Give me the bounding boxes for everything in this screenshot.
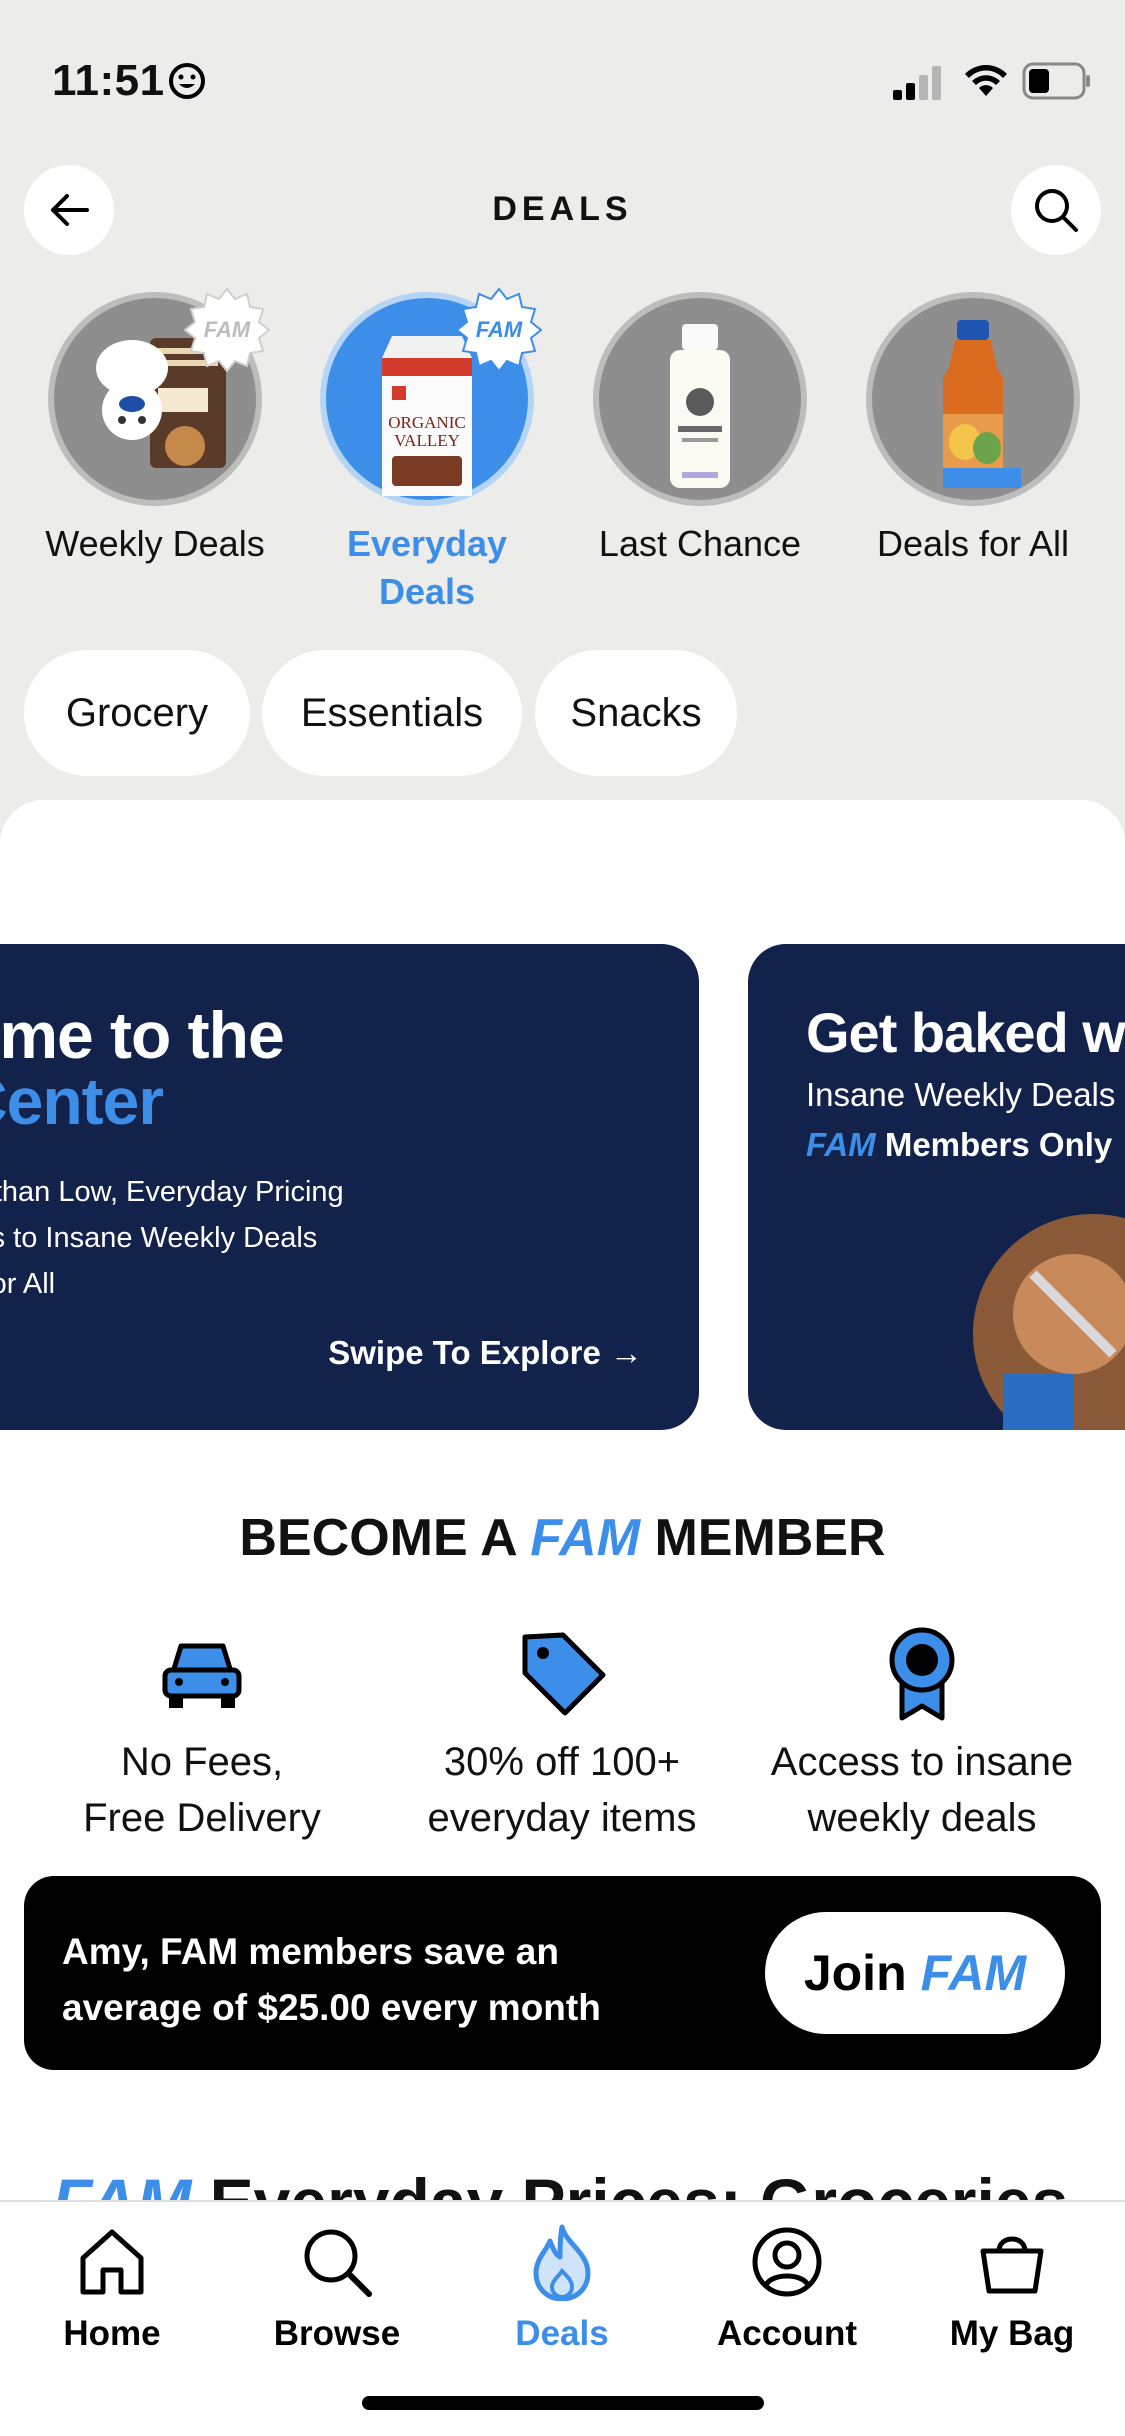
benefit-weekly-deals: Access to insane weekly deals: [742, 1626, 1102, 1846]
banner-title-accent: Center: [0, 1064, 164, 1138]
chip-snacks[interactable]: Snacks: [535, 650, 737, 776]
fam-logo: FAM: [806, 1126, 876, 1163]
become-member-title: BECOME A FAM MEMBER: [0, 1508, 1125, 1568]
svg-text:ORGANIC: ORGANIC: [388, 413, 465, 432]
deal-category-everyday[interactable]: ORGANIC VALLEY FAM Everyday Deals: [307, 287, 547, 616]
category-image: ORGANIC VALLEY FAM: [320, 287, 542, 506]
status-bar: 11:51: [0, 0, 1125, 150]
search-icon: [304, 2229, 372, 2297]
tab-account[interactable]: Account: [687, 2214, 887, 2354]
fam-logo: FAM: [530, 1509, 641, 1567]
join-fam-banner: Amy, FAM members save an average of $25.…: [24, 1876, 1101, 2070]
banner-line: ess to Insane Weekly Deals: [0, 1222, 318, 1254]
category-image: [593, 292, 807, 506]
tab-label: My Bag: [949, 2314, 1075, 2353]
juice-bottle-product-icon: [943, 320, 1021, 488]
svg-text:FAM: FAM: [476, 317, 523, 342]
tab-home[interactable]: Home: [12, 2214, 212, 2354]
tab-label: Browse: [273, 2314, 401, 2353]
svg-text:FAM: FAM: [204, 317, 251, 342]
baking-image: [973, 1214, 1125, 1430]
benefit-line: everyday items: [427, 1796, 697, 1840]
status-time: 11:51: [52, 56, 165, 105]
welcome-banner[interactable]: ome to the Center er than Low, Everyday …: [0, 944, 699, 1430]
home-icon: [80, 2229, 144, 2295]
shampoo-product-icon: [670, 324, 730, 488]
deal-category-for-all[interactable]: Deals for All: [853, 292, 1093, 568]
bag-icon: [980, 2236, 1044, 2294]
title-suffix: MEMBER: [640, 1509, 886, 1567]
wifi-icon: [965, 65, 1007, 96]
benefit-line: No Fees,: [120, 1740, 284, 1784]
tab-deals[interactable]: Deals: [462, 2214, 662, 2354]
tag-icon: [522, 1632, 606, 1716]
baked-banner[interactable]: Get baked w Insane Weekly Deals FAM Memb…: [748, 944, 1125, 1430]
join-fam-button[interactable]: Join FAM: [765, 1912, 1065, 2034]
category-label: Last Chance: [598, 523, 802, 564]
battery-icon: [1022, 62, 1090, 100]
fam-logo: FAM: [52, 2165, 192, 2202]
fam-badge-icon: FAM: [184, 287, 270, 372]
banner-subtitle: Insane Weekly Deals: [806, 1076, 1116, 1113]
car-icon: [162, 1643, 242, 1708]
category-label: Weekly Deals: [45, 523, 265, 564]
benefit-discount: 30% off 100+ everyday items: [382, 1626, 742, 1846]
title-prefix: BECOME A: [239, 1509, 531, 1567]
tab-browse[interactable]: Browse: [237, 2214, 437, 2354]
deal-category-weekly[interactable]: FAM Weekly Deals: [35, 287, 275, 568]
tab-label: Account: [717, 2314, 857, 2353]
category-image: FAM: [48, 287, 270, 506]
join-label: Join: [803, 1945, 907, 2001]
search-button[interactable]: [1011, 165, 1101, 255]
account-icon: [752, 2227, 822, 2297]
benefit-line: Free Delivery: [83, 1796, 321, 1840]
tab-label: Deals: [515, 2314, 609, 2353]
page-title: DEALS: [492, 190, 633, 228]
benefit-no-fees: No Fees, Free Delivery: [22, 1626, 382, 1846]
fam-badge-icon: FAM: [456, 287, 542, 372]
category-label: Everyday Deals: [346, 523, 508, 612]
svg-text:VALLEY: VALLEY: [394, 431, 460, 450]
savings-line: Amy, FAM members save an: [62, 1931, 559, 1972]
benefit-line: Access to insane: [770, 1740, 1074, 1784]
section-title-text: Everyday Prices: Groceries: [191, 2165, 1069, 2202]
savings-message: Amy, FAM members save an average of $25.…: [62, 1924, 782, 2036]
category-image: [866, 292, 1080, 506]
signal-icon: [893, 66, 941, 100]
banner-title: ome to the: [0, 998, 285, 1072]
tab-label: Home: [63, 2314, 161, 2353]
savings-line: average of $25.00 every month: [62, 1987, 601, 2028]
swipe-to-explore-link[interactable]: Swipe To Explore →: [328, 1334, 643, 1372]
chip-grocery[interactable]: Grocery: [24, 650, 250, 776]
banner-line: er than Low, Everyday Pricing: [0, 1176, 344, 1208]
ribbon-icon: [889, 1627, 955, 1721]
benefit-line: weekly deals: [807, 1796, 1037, 1840]
banner-members-only: FAM Members Only: [806, 1126, 1112, 1164]
section-title-everyday-prices: FAM Everyday Prices: Groceries: [52, 2162, 1068, 2202]
search-icon: [1035, 189, 1078, 232]
tab-my-bag[interactable]: My Bag: [912, 2214, 1112, 2354]
banner-title: Get baked w: [806, 1001, 1125, 1064]
fam-logo: FAM: [920, 1945, 1027, 2001]
chip-essentials[interactable]: Essentials: [262, 650, 522, 776]
deal-category-last-chance[interactable]: Last Chance: [580, 292, 820, 568]
benefit-line: 30% off 100+: [443, 1740, 681, 1784]
banner-line: s for All: [0, 1268, 56, 1300]
smiley-icon: [169, 63, 205, 99]
members-only-label: Members Only: [884, 1126, 1113, 1163]
category-label: Deals for All: [876, 523, 1070, 564]
home-indicator[interactable]: [362, 2396, 764, 2410]
flame-icon: [533, 2224, 591, 2301]
